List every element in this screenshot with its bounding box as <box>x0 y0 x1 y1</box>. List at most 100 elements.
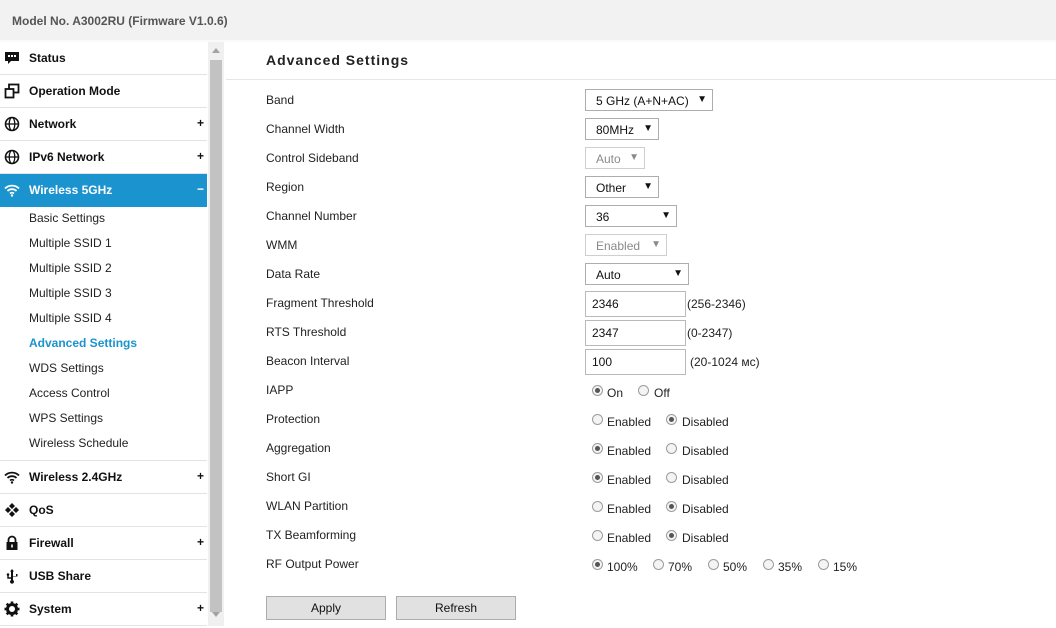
channel-number-label: Channel Number <box>266 209 357 223</box>
title-divider <box>226 79 1056 80</box>
channel-width-select-value: 80MHz <box>596 123 635 137</box>
submenu-wps-settings[interactable]: WPS Settings <box>29 411 103 425</box>
submenu-wds-settings[interactable]: WDS Settings <box>29 361 104 375</box>
refresh-button[interactable]: Refresh <box>396 596 516 620</box>
submenu-multiple-ssid-2[interactable]: Multiple SSID 2 <box>29 261 112 275</box>
sidebar-item-label: Network <box>29 117 77 131</box>
sidebar-item-firewall[interactable]: Firewall + <box>0 527 207 560</box>
sidebar-item-label: Status <box>29 51 66 65</box>
band-label: Band <box>266 93 295 107</box>
tx-beamforming-disabled-radio[interactable] <box>666 530 677 541</box>
control-sideband-select-value: Auto <box>596 152 621 166</box>
rf-power-70-radio[interactable] <box>653 559 664 570</box>
beacon-interval-label: Beacon Interval <box>266 354 350 368</box>
sidebar-item-operation-mode[interactable]: Operation Mode <box>0 75 207 108</box>
iapp-off-radio[interactable] <box>638 385 649 396</box>
wlan-partition-disabled-label: Disabled <box>682 502 729 516</box>
channel-width-label: Channel Width <box>266 122 345 136</box>
sidebar-item-wireless-5ghz[interactable]: Wireless 5GHz − <box>0 174 207 207</box>
band-select[interactable]: 5 GHz (A+N+AC) ▼ <box>585 89 713 111</box>
rf-output-power-label: RF Output Power <box>266 557 359 571</box>
wlan-partition-label: WLAN Partition <box>266 499 349 513</box>
rts-threshold-hint: (0-2347) <box>687 326 733 340</box>
rf-power-100-radio[interactable] <box>592 559 603 570</box>
short-gi-disabled-radio[interactable] <box>666 472 677 483</box>
aggregation-enabled-label: Enabled <box>607 444 652 458</box>
globe-icon <box>4 116 20 132</box>
usb-icon <box>6 569 18 584</box>
expand-icon: + <box>196 535 204 549</box>
short-gi-enabled-radio[interactable] <box>592 472 603 483</box>
beacon-interval-hint: (20-1024 мс) <box>690 355 760 369</box>
sidebar-item-wireless-24ghz[interactable]: Wireless 2.4GHz + <box>0 460 207 494</box>
sidebar-item-system[interactable]: System + <box>0 593 207 626</box>
beacon-interval-input[interactable]: 100 <box>585 349 686 375</box>
apply-button[interactable]: Apply <box>266 596 386 620</box>
region-select[interactable]: Other ▼ <box>585 176 659 198</box>
iapp-on-radio[interactable] <box>592 385 603 396</box>
submenu-multiple-ssid-1[interactable]: Multiple SSID 1 <box>29 236 112 250</box>
sidebar-item-qos[interactable]: QoS <box>0 494 207 527</box>
submenu-multiple-ssid-3[interactable]: Multiple SSID 3 <box>29 286 112 300</box>
chevron-down-icon: ▼ <box>643 123 653 134</box>
operation-mode-icon <box>4 83 20 99</box>
sidebar-item-status[interactable]: Status <box>0 42 207 75</box>
qos-icon <box>5 503 19 517</box>
submenu-basic-settings[interactable]: Basic Settings <box>29 211 105 225</box>
protection-label: Protection <box>266 412 321 426</box>
iapp-on-label: On <box>607 386 624 400</box>
aggregation-enabled-radio[interactable] <box>592 443 603 454</box>
aggregation-label: Aggregation <box>266 441 331 455</box>
data-rate-select[interactable]: Auto ▼ <box>585 263 689 285</box>
protection-enabled-label: Enabled <box>607 415 652 429</box>
chevron-down-icon: ▼ <box>629 152 639 163</box>
fragment-threshold-hint: (256-2346) <box>687 297 746 311</box>
scrollbar-thumb[interactable] <box>210 60 222 612</box>
protection-disabled-radio[interactable] <box>666 414 677 425</box>
protection-enabled-radio[interactable] <box>592 414 603 425</box>
sidebar-item-label: Operation Mode <box>29 84 121 98</box>
short-gi-label: Short GI <box>266 470 311 484</box>
tx-beamforming-label: TX Beamforming <box>266 528 357 542</box>
channel-width-select[interactable]: 80MHz ▼ <box>585 118 659 140</box>
sidebar-scrollbar[interactable] <box>208 42 224 626</box>
sidebar-item-label: QoS <box>29 503 54 517</box>
collapse-icon: − <box>196 182 204 196</box>
rts-threshold-input[interactable]: 2347 <box>585 320 686 346</box>
scroll-down-arrow-icon[interactable] <box>212 612 220 617</box>
channel-number-select[interactable]: 36 ▼ <box>585 205 677 227</box>
tx-beamforming-enabled-radio[interactable] <box>592 530 603 541</box>
aggregation-disabled-radio[interactable] <box>666 443 677 454</box>
wlan-partition-enabled-radio[interactable] <box>592 501 603 512</box>
submenu-access-control[interactable]: Access Control <box>29 386 110 400</box>
main-content: Advanced Settings Band Channel Width Con… <box>226 42 1056 628</box>
status-icon <box>5 52 19 64</box>
aggregation-disabled-label: Disabled <box>682 444 729 458</box>
rf-power-35-label: 35% <box>778 560 803 574</box>
protection-disabled-label: Disabled <box>682 415 729 429</box>
rts-threshold-label: RTS Threshold <box>266 325 347 339</box>
sidebar-item-label: System <box>29 602 72 616</box>
wmm-select-value: Enabled <box>596 239 641 253</box>
rf-power-15-radio[interactable] <box>818 559 829 570</box>
submenu-advanced-settings[interactable]: Advanced Settings <box>29 336 137 350</box>
rf-power-15-label: 15% <box>833 560 858 574</box>
rf-power-50-radio[interactable] <box>708 559 719 570</box>
expand-icon: + <box>196 149 204 163</box>
lock-icon <box>6 535 18 550</box>
wlan-partition-disabled-radio[interactable] <box>666 501 677 512</box>
sidebar-item-usb-share[interactable]: USB Share <box>0 560 207 593</box>
sidebar-item-network[interactable]: Network + <box>0 108 207 141</box>
rf-power-35-radio[interactable] <box>763 559 774 570</box>
expand-icon: + <box>196 601 204 615</box>
rf-power-70-label: 70% <box>668 560 693 574</box>
scroll-up-arrow-icon[interactable] <box>212 48 220 53</box>
rf-power-50-label: 50% <box>723 560 748 574</box>
submenu-wireless-schedule[interactable]: Wireless Schedule <box>29 436 128 450</box>
wmm-select: Enabled ▼ <box>585 234 667 256</box>
chevron-down-icon: ▼ <box>697 94 707 105</box>
submenu-multiple-ssid-4[interactable]: Multiple SSID 4 <box>29 311 112 325</box>
sidebar-item-ipv6-network[interactable]: IPv6 Network + <box>0 141 207 174</box>
fragment-threshold-input[interactable]: 2346 <box>585 291 686 317</box>
page-title: Advanced Settings <box>266 52 410 68</box>
